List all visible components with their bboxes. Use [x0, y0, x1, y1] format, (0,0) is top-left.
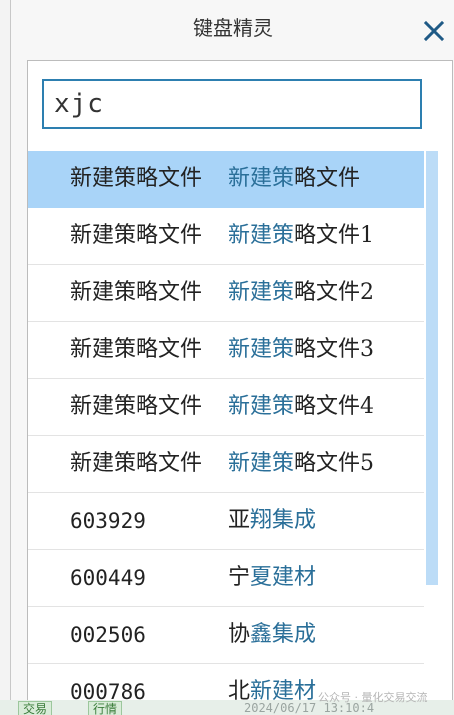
results-panel: 新建策略文件新建策略文件新建策略文件新建策略文件1新建策略文件新建策略文件2新建…: [27, 60, 453, 700]
list-item[interactable]: 600449 宁夏建材: [28, 550, 424, 607]
item-name-match: 新建策: [228, 394, 295, 419]
search-input[interactable]: [42, 79, 422, 129]
item-code: 000786: [70, 680, 146, 700]
item-name: 新建策略文件3: [228, 335, 374, 365]
item-name-match: 新建策: [228, 337, 295, 362]
item-name-match: 新建材: [250, 679, 317, 700]
item-name-rest: 略文件: [294, 166, 361, 191]
item-name-match: 新建策: [228, 451, 295, 476]
item-name-rest: 略文件1: [294, 223, 375, 248]
watermark: 公众号 · 量化交易交流: [318, 691, 428, 704]
item-name-prefix: 亚: [228, 508, 251, 533]
item-name: 新建策略文件: [228, 164, 360, 194]
item-name-match: 新建策: [228, 280, 295, 305]
item-name: 协鑫集成: [228, 620, 316, 650]
list-item[interactable]: 新建策略文件 新建策略文件1: [28, 208, 424, 265]
keyboard-wizard-dialog: 键盘精灵 新建策略文件新建策略文件新建策略文件新建策略文件1新建策略文件新建策略…: [10, 0, 454, 700]
tab-trade[interactable]: 交易: [18, 701, 53, 715]
item-name: 新建策略文件4: [228, 392, 374, 422]
item-name: 新建策略文件1: [228, 221, 374, 251]
item-name: 北新建材: [228, 677, 316, 700]
item-name-rest: 略文件5: [294, 451, 375, 476]
item-name: 宁夏建材: [228, 563, 316, 593]
dialog-title: 键盘精灵: [193, 16, 273, 40]
list-item[interactable]: 新建策略文件 新建策略文件5: [28, 436, 424, 493]
item-name-match: 新建策: [228, 223, 295, 248]
title-bar[interactable]: 键盘精灵: [11, 0, 454, 60]
list-item[interactable]: 新建策略文件 新建策略文件: [28, 151, 424, 208]
item-name-rest: 略文件3: [294, 337, 375, 362]
item-name-rest: 略文件2: [294, 280, 375, 305]
item-name-prefix: 宁: [228, 565, 251, 590]
item-code: 新建策略文件: [70, 451, 203, 476]
item-code: 600449: [70, 566, 146, 590]
item-name-match: 翔集成: [250, 508, 317, 533]
list-item[interactable]: 新建策略文件 新建策略文件4: [28, 379, 424, 436]
item-name: 新建策略文件5: [228, 449, 374, 479]
item-code: 新建策略文件: [70, 166, 203, 191]
list-item[interactable]: 603929 亚翔集成: [28, 493, 424, 550]
list-item[interactable]: 新建策略文件 新建策略文件2: [28, 265, 424, 322]
item-code: 002506: [70, 623, 146, 647]
item-code: 新建策略文件: [70, 223, 203, 248]
item-code: 新建策略文件: [70, 394, 203, 419]
item-name-prefix: 协: [228, 622, 251, 647]
close-icon[interactable]: [423, 20, 445, 42]
item-name-match: 夏建材: [250, 565, 317, 590]
item-name: 新建策略文件2: [228, 278, 374, 308]
item-code: 新建策略文件: [70, 337, 203, 362]
result-list: 新建策略文件 新建策略文件 新建策略文件 新建策略文件1 新建策略文件 新建策略文件2 新建…: [28, 151, 424, 700]
item-name-rest: 略文件4: [294, 394, 375, 419]
list-item[interactable]: 002506 协鑫集成: [28, 607, 424, 664]
item-name-match: 新建策: [228, 166, 295, 191]
item-name-prefix: 北: [228, 679, 251, 700]
item-code: 新建策略文件: [70, 280, 203, 305]
tab-quotes[interactable]: 行情: [88, 701, 123, 715]
scrollbar[interactable]: [426, 151, 438, 585]
list-item[interactable]: 新建策略文件 新建策略文件3: [28, 322, 424, 379]
item-name: 亚翔集成: [228, 506, 316, 536]
item-name-match: 鑫集成: [250, 622, 317, 647]
item-code: 603929: [70, 509, 146, 533]
